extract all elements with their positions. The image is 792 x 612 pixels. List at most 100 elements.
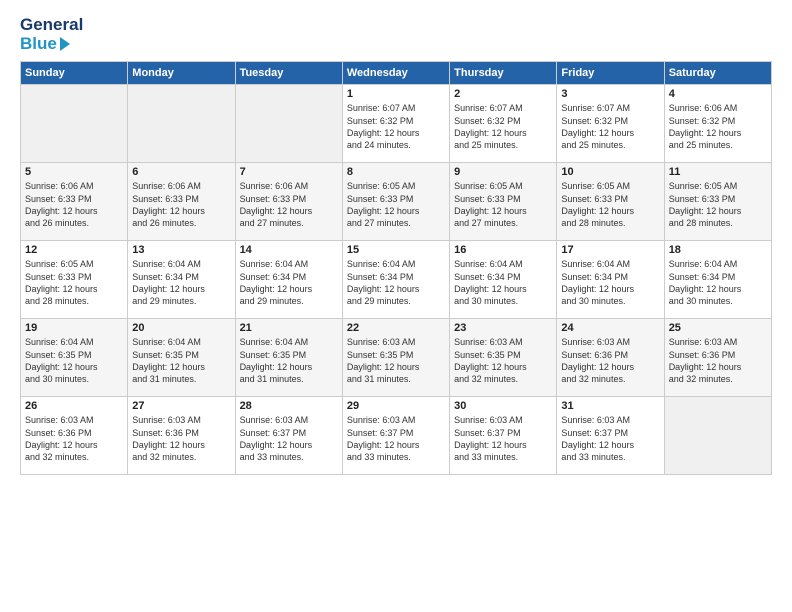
day-info: Sunrise: 6:04 AMSunset: 6:34 PMDaylight:… — [347, 258, 445, 307]
day-number: 27 — [132, 400, 230, 412]
day-info: Sunrise: 6:05 AMSunset: 6:33 PMDaylight:… — [454, 180, 552, 229]
calendar-cell: 6Sunrise: 6:06 AMSunset: 6:33 PMDaylight… — [128, 163, 235, 241]
calendar-cell — [21, 85, 128, 163]
day-info: Sunrise: 6:04 AMSunset: 6:35 PMDaylight:… — [240, 336, 338, 385]
week-row-2: 12 Sunrise: 6:05 AMSunset: 6:33 PMDayligh… — [21, 241, 772, 319]
day-info: Sunrise: 6:03 AMSunset: 6:36 PMDaylight:… — [25, 414, 123, 463]
calendar-cell: 1 Sunrise: 6:07 AMSunset: 6:32 PMDaylight… — [342, 85, 449, 163]
day-info: Sunrise: 6:03 AMSunset: 6:37 PMDaylight:… — [347, 414, 445, 463]
week-row-0: 1 Sunrise: 6:07 AMSunset: 6:32 PMDaylight… — [21, 85, 772, 163]
day-number: 5 — [25, 166, 123, 178]
day-number: 19 — [25, 322, 123, 334]
day-info: Sunrise: 6:07 AMSunset: 6:32 PMDaylight:… — [454, 102, 552, 151]
day-info: Sunrise: 6:03 AMSunset: 6:35 PMDaylight:… — [454, 336, 552, 385]
day-info: Sunrise: 6:04 AMSunset: 6:34 PMDaylight:… — [240, 258, 338, 307]
calendar-cell: 30 Sunrise: 6:03 AMSunset: 6:37 PMDayligh… — [450, 397, 557, 475]
day-number: 25 — [669, 322, 767, 334]
week-row-3: 19 Sunrise: 6:04 AMSunset: 6:35 PMDayligh… — [21, 319, 772, 397]
day-number: 26 — [25, 400, 123, 412]
calendar-cell: 26 Sunrise: 6:03 AMSunset: 6:36 PMDayligh… — [21, 397, 128, 475]
calendar-cell: 7 Sunrise: 6:06 AMSunset: 6:33 PMDaylight… — [235, 163, 342, 241]
calendar-cell: 16Sunrise: 6:04 AMSunset: 6:34 PMDayligh… — [450, 241, 557, 319]
day-info: Sunrise: 6:06 AMSunset: 6:33 PMDaylight:… — [240, 180, 338, 229]
week-row-4: 26 Sunrise: 6:03 AMSunset: 6:36 PMDayligh… — [21, 397, 772, 475]
calendar-cell: 17Sunrise: 6:04 AMSunset: 6:34 PMDayligh… — [557, 241, 664, 319]
calendar-cell: 25Sunrise: 6:03 AMSunset: 6:36 PMDayligh… — [664, 319, 771, 397]
day-info: Sunrise: 6:03 AMSunset: 6:36 PMDaylight:… — [132, 414, 230, 463]
day-info: Sunrise: 6:05 AMSunset: 6:33 PMDaylight:… — [25, 258, 123, 307]
calendar-cell: 31 Sunrise: 6:03 AMSunset: 6:37 PMDayligh… — [557, 397, 664, 475]
calendar-cell: 14Sunrise: 6:04 AMSunset: 6:34 PMDayligh… — [235, 241, 342, 319]
day-number: 22 — [347, 322, 445, 334]
calendar-cell: 8 Sunrise: 6:05 AMSunset: 6:33 PMDaylight… — [342, 163, 449, 241]
day-number: 10 — [561, 166, 659, 178]
day-info: Sunrise: 6:07 AMSunset: 6:32 PMDaylight:… — [561, 102, 659, 151]
day-info: Sunrise: 6:05 AMSunset: 6:33 PMDaylight:… — [347, 180, 445, 229]
day-number: 7 — [240, 166, 338, 178]
header: General Blue — [20, 16, 772, 53]
header-day-sunday: Sunday — [21, 62, 128, 85]
logo: General Blue — [20, 16, 87, 53]
day-number: 30 — [454, 400, 552, 412]
day-info: Sunrise: 6:04 AMSunset: 6:35 PMDaylight:… — [132, 336, 230, 385]
day-number: 20 — [132, 322, 230, 334]
day-number: 24 — [561, 322, 659, 334]
day-number: 1 — [347, 88, 445, 100]
calendar-cell: 10 Sunrise: 6:05 AMSunset: 6:33 PMDayligh… — [557, 163, 664, 241]
day-number: 12 — [25, 244, 123, 256]
header-day-monday: Monday — [128, 62, 235, 85]
header-row: SundayMondayTuesdayWednesdayThursdayFrid… — [21, 62, 772, 85]
logo-arrow-icon — [60, 37, 70, 51]
calendar-cell: 19Sunrise: 6:04 AMSunset: 6:35 PMDayligh… — [21, 319, 128, 397]
day-info: Sunrise: 6:05 AMSunset: 6:33 PMDaylight:… — [669, 180, 767, 229]
header-day-thursday: Thursday — [450, 62, 557, 85]
calendar-cell: 4Sunrise: 6:06 AMSunset: 6:32 PMDaylight… — [664, 85, 771, 163]
day-info: Sunrise: 6:07 AMSunset: 6:32 PMDaylight:… — [347, 102, 445, 151]
calendar-cell: 11 Sunrise: 6:05 AMSunset: 6:33 PMDayligh… — [664, 163, 771, 241]
day-info: Sunrise: 6:06 AMSunset: 6:32 PMDaylight:… — [669, 102, 767, 151]
calendar-cell — [235, 85, 342, 163]
calendar-cell: 15 Sunrise: 6:04 AMSunset: 6:34 PMDayligh… — [342, 241, 449, 319]
calendar-cell: 29 Sunrise: 6:03 AMSunset: 6:37 PMDayligh… — [342, 397, 449, 475]
calendar-cell: 22 Sunrise: 6:03 AMSunset: 6:35 PMDayligh… — [342, 319, 449, 397]
day-info: Sunrise: 6:05 AMSunset: 6:33 PMDaylight:… — [561, 180, 659, 229]
day-number: 31 — [561, 400, 659, 412]
day-info: Sunrise: 6:03 AMSunset: 6:37 PMDaylight:… — [561, 414, 659, 463]
calendar-cell: 3 Sunrise: 6:07 AMSunset: 6:32 PMDaylight… — [557, 85, 664, 163]
day-info: Sunrise: 6:03 AMSunset: 6:35 PMDaylight:… — [347, 336, 445, 385]
calendar-cell — [128, 85, 235, 163]
calendar-cell: 18 Sunrise: 6:04 AMSunset: 6:34 PMDayligh… — [664, 241, 771, 319]
day-number: 16 — [454, 244, 552, 256]
day-number: 3 — [561, 88, 659, 100]
day-number: 9 — [454, 166, 552, 178]
day-number: 2 — [454, 88, 552, 100]
day-number: 15 — [347, 244, 445, 256]
day-number: 21 — [240, 322, 338, 334]
header-day-tuesday: Tuesday — [235, 62, 342, 85]
calendar-cell: 24Sunrise: 6:03 AMSunset: 6:36 PMDayligh… — [557, 319, 664, 397]
day-number: 8 — [347, 166, 445, 178]
day-number: 11 — [669, 166, 767, 178]
day-number: 6 — [132, 166, 230, 178]
day-number: 13 — [132, 244, 230, 256]
calendar-cell: 12 Sunrise: 6:05 AMSunset: 6:33 PMDayligh… — [21, 241, 128, 319]
day-info: Sunrise: 6:04 AMSunset: 6:34 PMDaylight:… — [132, 258, 230, 307]
calendar-cell — [664, 397, 771, 475]
header-day-friday: Friday — [557, 62, 664, 85]
day-info: Sunrise: 6:06 AMSunset: 6:33 PMDaylight:… — [25, 180, 123, 229]
logo-general: General — [20, 16, 83, 35]
day-info: Sunrise: 6:03 AMSunset: 6:37 PMDaylight:… — [454, 414, 552, 463]
day-number: 18 — [669, 244, 767, 256]
day-number: 23 — [454, 322, 552, 334]
calendar-table: SundayMondayTuesdayWednesdayThursdayFrid… — [20, 61, 772, 475]
day-number: 29 — [347, 400, 445, 412]
day-number: 17 — [561, 244, 659, 256]
calendar-cell: 20 Sunrise: 6:04 AMSunset: 6:35 PMDayligh… — [128, 319, 235, 397]
day-info: Sunrise: 6:04 AMSunset: 6:34 PMDaylight:… — [669, 258, 767, 307]
logo-blue: Blue — [20, 35, 57, 54]
calendar-cell: 9 Sunrise: 6:05 AMSunset: 6:33 PMDaylight… — [450, 163, 557, 241]
calendar-cell: 21 Sunrise: 6:04 AMSunset: 6:35 PMDayligh… — [235, 319, 342, 397]
header-day-saturday: Saturday — [664, 62, 771, 85]
calendar-cell: 28Sunrise: 6:03 AMSunset: 6:37 PMDayligh… — [235, 397, 342, 475]
week-row-1: 5 Sunrise: 6:06 AMSunset: 6:33 PMDaylight… — [21, 163, 772, 241]
